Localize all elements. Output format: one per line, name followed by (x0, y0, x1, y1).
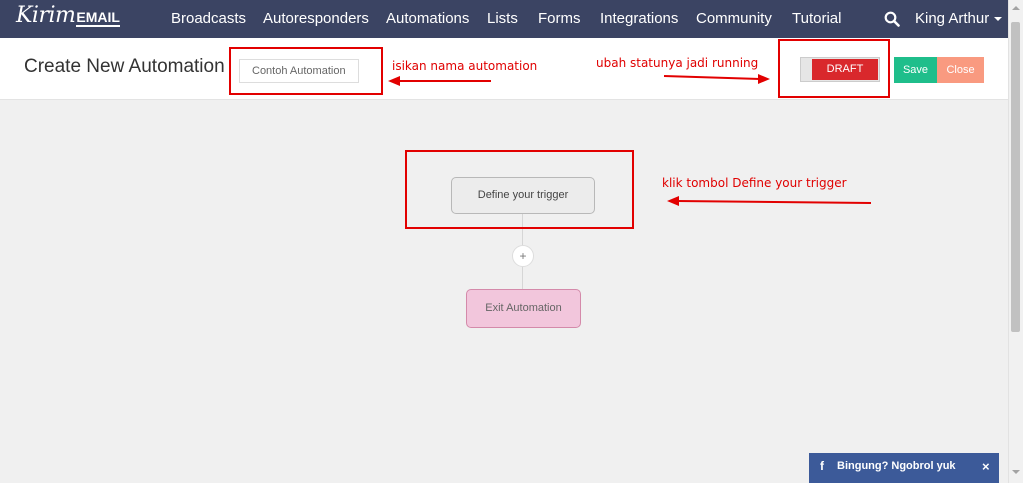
nav-integrations[interactable]: Integrations (600, 10, 678, 27)
annotation-text-status: ubah statunya jadi running (596, 56, 759, 70)
nav-lists[interactable]: Lists (487, 10, 518, 27)
search-icon[interactable] (884, 11, 900, 27)
flow-connector (522, 267, 523, 289)
add-step-button[interactable]: + (512, 245, 534, 267)
user-name: King Arthur (915, 10, 990, 27)
arrow-trigger-head (667, 196, 679, 206)
exit-automation-node[interactable]: Exit Automation (466, 289, 581, 328)
annotation-text-trigger: klik tombol Define your trigger (662, 176, 847, 190)
kirim-email-logo[interactable]: KirimEMAIL (16, 3, 120, 28)
annotation-box-status (778, 39, 890, 98)
scroll-up-arrow-icon[interactable] (1012, 6, 1020, 10)
annotation-box-trigger (405, 150, 634, 229)
chat-close-icon[interactable]: × (982, 459, 990, 474)
nav-community[interactable]: Community (696, 10, 772, 27)
nav-broadcasts[interactable]: Broadcasts (171, 10, 246, 27)
nav-automations[interactable]: Automations (386, 10, 469, 27)
facebook-icon: f (820, 459, 824, 473)
scroll-down-arrow-icon[interactable] (1012, 470, 1020, 474)
user-menu[interactable]: King Arthur (915, 10, 1003, 27)
save-button[interactable]: Save (894, 57, 937, 83)
caret-down-icon (994, 17, 1003, 22)
close-button[interactable]: Close (937, 57, 984, 83)
chat-widget[interactable]: f Bingung? Ngobrol yuk × (809, 453, 999, 483)
nav-tutorial[interactable]: Tutorial (792, 10, 841, 27)
annotation-box-name (229, 47, 383, 95)
scrollbar-thumb[interactable] (1011, 22, 1020, 332)
annotation-text-name: isikan nama automation (392, 59, 538, 73)
top-navbar: KirimEMAIL Broadcasts Autoresponders Aut… (0, 0, 1008, 38)
arrow-trigger-line (676, 200, 872, 204)
nav-forms[interactable]: Forms (538, 10, 581, 27)
chat-label: Bingung? Ngobrol yuk (837, 460, 956, 472)
logo-text: EMAIL (76, 9, 120, 27)
logo-script: Kirim (16, 3, 76, 28)
page-title: Create New Automation (24, 56, 225, 77)
nav-autoresponders[interactable]: Autoresponders (263, 10, 369, 27)
